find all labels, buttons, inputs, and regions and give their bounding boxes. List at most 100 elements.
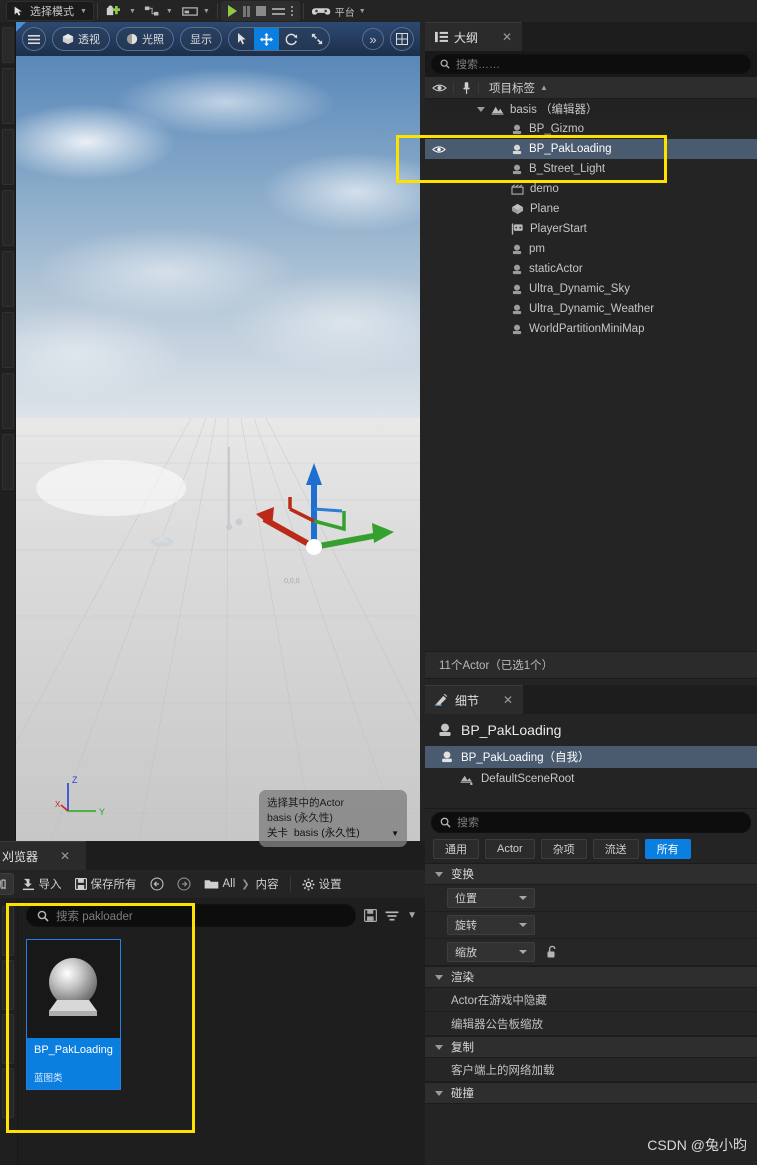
left-strip-tab[interactable] <box>2 251 14 307</box>
transform-gizmo[interactable] <box>256 459 396 571</box>
expand-collapse-icon[interactable] <box>477 107 485 112</box>
level-button[interactable]: ▼ <box>177 1 214 21</box>
close-icon[interactable]: ✕ <box>60 849 70 863</box>
section-header-replication[interactable]: 复制 <box>425 1036 757 1058</box>
tooltip-line-2: basis (永久性) <box>267 811 399 826</box>
table-row[interactable]: pm <box>425 239 757 259</box>
left-strip-tab[interactable] <box>2 129 14 185</box>
row-label: PlayerStart <box>530 223 587 235</box>
asset-tile[interactable]: BP_PakLoading 蓝图类 <box>26 939 121 1090</box>
pause-icon[interactable] <box>243 6 250 17</box>
viewport-layout-button[interactable] <box>390 27 414 51</box>
property-row-net-load-on-client[interactable]: 客户端上的网络加载 <box>425 1058 757 1082</box>
lighting-icon <box>126 33 138 45</box>
add-button[interactable]: 加 <box>0 873 14 895</box>
frames-icon[interactable] <box>272 8 285 15</box>
chevron-down-icon: ▼ <box>203 8 210 15</box>
platforms-button[interactable]: 平台 ▼ <box>307 1 370 21</box>
filter-button-streaming[interactable]: 流送 <box>593 839 639 859</box>
tab-details[interactable]: 细节 ✕ <box>425 685 523 714</box>
filter-icon[interactable] <box>385 910 399 922</box>
nav-back-button[interactable] <box>145 873 169 895</box>
details-search-input[interactable]: 搜索 <box>431 812 751 833</box>
import-button[interactable]: 导入 <box>17 873 67 895</box>
table-row[interactable]: BP_Gizmo <box>425 119 757 139</box>
viewport-perspective-button[interactable]: 透视 <box>52 27 110 51</box>
save-all-button[interactable]: 保存所有 <box>70 873 142 895</box>
left-strip-tab[interactable] <box>2 190 14 246</box>
close-icon[interactable]: ✕ <box>503 693 513 707</box>
viewport-lighting-button[interactable]: 光照 <box>116 27 174 51</box>
scale-dropdown[interactable]: 缩放 <box>447 942 535 962</box>
settings-button[interactable]: 设置 <box>297 873 347 895</box>
nav-forward-button[interactable] <box>172 873 196 895</box>
component-row-root[interactable]: DefaultSceneRoot <box>425 768 757 790</box>
property-label: 客户端上的网络加载 <box>451 1062 555 1078</box>
level-viewport[interactable]: 0,0,0 Z Y X 选择其中的Actor basis (永久性) 关卡 ba… <box>16 22 420 855</box>
column-label[interactable]: 项目标签 ▲ <box>479 80 548 96</box>
select-mode-icon <box>13 5 26 18</box>
table-row[interactable]: Ultra_Dynamic_Sky <box>425 279 757 299</box>
row-visibility-toggle[interactable] <box>425 145 453 154</box>
filter-button-general[interactable]: 通用 <box>433 839 479 859</box>
left-strip-tab[interactable] <box>2 312 14 368</box>
filter-button-actor[interactable]: Actor <box>485 839 535 859</box>
location-dropdown[interactable]: 位置 <box>447 888 535 908</box>
blueprints-button[interactable]: ▼ <box>140 1 177 21</box>
select-cursor-button[interactable] <box>229 27 254 51</box>
tooltip-level-row[interactable]: 关卡 basis (永久性) ▼ <box>267 826 399 841</box>
table-row[interactable]: staticActor <box>425 259 757 279</box>
filter-button-all[interactable]: 所有 <box>645 839 691 859</box>
table-row[interactable]: PlayerStart <box>425 219 757 239</box>
section-header-collision[interactable]: 碰撞 <box>425 1082 757 1104</box>
property-row-billboard-scale[interactable]: 编辑器公告板缩放 <box>425 1012 757 1036</box>
side-strip-tab[interactable] <box>2 906 14 956</box>
column-visibility[interactable] <box>425 83 453 93</box>
left-strip-tab[interactable] <box>2 68 14 124</box>
add-actor-button[interactable]: ▼ <box>101 1 140 21</box>
table-row[interactable]: Plane <box>425 199 757 219</box>
outliner-root-row[interactable]: basis （编辑器） <box>425 99 757 119</box>
play-icon[interactable] <box>228 5 237 17</box>
select-mode-button[interactable]: 选择模式 ▼ <box>6 1 94 21</box>
table-row[interactable]: BP_PakLoading <box>425 139 757 159</box>
breadcrumb-current[interactable]: 内容 <box>256 876 279 892</box>
viewport-overflow-button[interactable]: » <box>362 28 384 50</box>
tab-content-browser[interactable]: 刈览器 ✕ <box>0 841 86 870</box>
rotate-gizmo-button[interactable] <box>279 27 304 51</box>
breadcrumb-root[interactable]: All <box>223 878 236 890</box>
table-row[interactable]: Ultra_Dynamic_Weather <box>425 299 757 319</box>
side-strip-tab[interactable] <box>2 960 14 1010</box>
side-strip-tab[interactable] <box>2 1068 14 1118</box>
property-row-actor-hidden[interactable]: Actor在游戏中隐藏 <box>425 988 757 1012</box>
section-header-render[interactable]: 渲染 <box>425 966 757 988</box>
viewport-show-label: 显示 <box>190 31 212 47</box>
close-icon[interactable]: ✕ <box>502 30 512 44</box>
breadcrumb[interactable]: All ❯ 内容 <box>199 873 284 895</box>
rotation-dropdown[interactable]: 旋转 <box>447 915 535 935</box>
tab-outliner[interactable]: 大纲 ✕ <box>425 22 522 51</box>
filter-button-misc[interactable]: 杂项 <box>541 839 587 859</box>
content-browser-main: 搜索 pakloader ▼ <box>18 898 425 1165</box>
left-strip-tab[interactable] <box>2 434 14 490</box>
table-row[interactable]: WorldPartitionMiniMap <box>425 319 757 339</box>
translate-gizmo-button[interactable] <box>254 27 279 51</box>
table-row[interactable]: demo <box>425 179 757 199</box>
side-strip-tab[interactable] <box>2 1014 14 1064</box>
save-search-icon[interactable] <box>364 909 377 922</box>
table-row[interactable]: B_Street_Light <box>425 159 757 179</box>
component-row-self[interactable]: BP_PakLoading（自我） <box>425 746 757 768</box>
column-pin[interactable] <box>453 82 479 94</box>
stop-icon[interactable] <box>256 6 266 16</box>
section-header-transform[interactable]: 变换 <box>425 863 757 885</box>
scale-gizmo-button[interactable] <box>304 27 329 51</box>
left-strip-tab[interactable] <box>2 27 14 63</box>
chevron-down-icon[interactable]: ▼ <box>407 910 417 921</box>
left-strip-tab[interactable] <box>2 373 14 429</box>
details-panel: BP_PakLoading BP_PakLoading（自我） DefaultS… <box>425 714 757 1104</box>
asset-search-input[interactable]: 搜索 pakloader <box>26 904 356 927</box>
unlock-icon[interactable] <box>545 945 558 959</box>
more-options-icon[interactable] <box>291 6 293 16</box>
outliner-search-input[interactable]: 搜索…… <box>431 54 751 74</box>
viewport-show-button[interactable]: 显示 <box>180 27 222 51</box>
